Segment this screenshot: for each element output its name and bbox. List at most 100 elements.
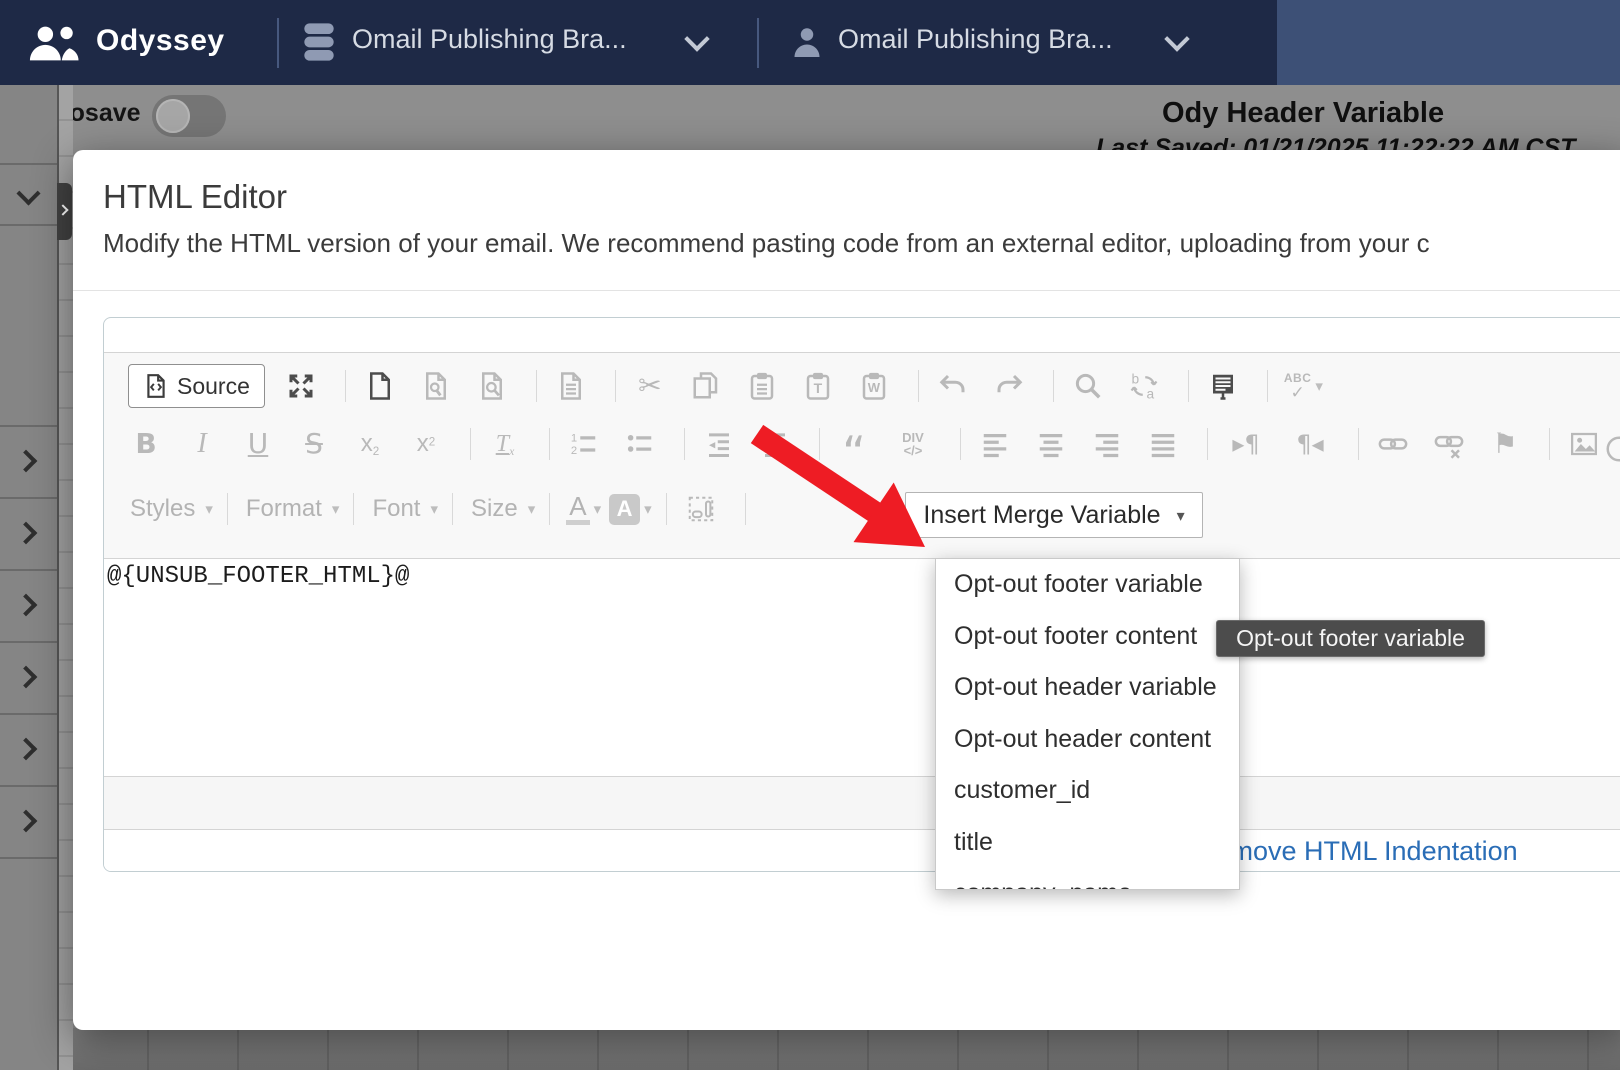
anchor-button[interactable]: ⚑: [1487, 425, 1523, 463]
sidebar-item-chevron-right-icon[interactable]: [15, 738, 38, 761]
rtl-icon: ¶◂: [1296, 430, 1323, 458]
div-container-button[interactable]: DIV</>: [892, 425, 934, 463]
menu-item-opt-out-footer-content[interactable]: Opt-out footer content: [936, 611, 1239, 663]
source-code-text[interactable]: @{UNSUB_FOOTER_HTML}@: [107, 563, 409, 590]
text-direction-ltr-button[interactable]: ▸¶: [1224, 425, 1268, 463]
sidebar-item-chevron-right-icon[interactable]: [15, 522, 38, 545]
undo-button[interactable]: [935, 367, 971, 405]
find-button[interactable]: [1070, 367, 1106, 405]
sidebar-item-chevron-right-icon[interactable]: [15, 810, 38, 833]
paste-button[interactable]: [744, 367, 780, 405]
menu-item-opt-out-footer-variable[interactable]: Opt-out footer variable: [936, 559, 1239, 611]
maximize-button[interactable]: [283, 367, 319, 405]
justify-button[interactable]: [1145, 425, 1181, 463]
text-color-button[interactable]: A ▾: [566, 493, 601, 525]
increase-indent-button[interactable]: [757, 425, 793, 463]
chevron-down-icon[interactable]: [1164, 26, 1189, 51]
font-dropdown[interactable]: Font ▾: [370, 495, 438, 523]
insert-link-button[interactable]: [1375, 425, 1411, 463]
menu-item-company-name[interactable]: company_name: [936, 868, 1239, 890]
modal-title: HTML Editor: [103, 178, 287, 216]
templates-button[interactable]: [418, 367, 454, 405]
remove-format-icon: Tx: [496, 431, 515, 458]
sidebar-expand-tab[interactable]: [57, 183, 72, 240]
menu-item-opt-out-header-variable[interactable]: Opt-out header variable: [936, 662, 1239, 714]
bold-button[interactable]: B: [128, 425, 164, 463]
chevron-down-icon: ▾: [430, 500, 438, 518]
modal-description: Modify the HTML version of your email. W…: [103, 228, 1620, 259]
decrease-indent-button[interactable]: [701, 425, 737, 463]
menu-item-opt-out-header-content[interactable]: Opt-out header content: [936, 714, 1239, 766]
align-center-icon: [1036, 429, 1066, 459]
subscript-button[interactable]: x2: [352, 425, 388, 463]
sidebar-item-chevron-right-icon[interactable]: [15, 666, 38, 689]
align-left-button[interactable]: [977, 425, 1013, 463]
chevron-down-icon: ▾: [1177, 506, 1185, 525]
format-dropdown[interactable]: Format ▾: [244, 495, 340, 523]
italic-button[interactable]: I: [184, 425, 220, 463]
size-dropdown[interactable]: Size ▾: [469, 495, 535, 523]
styles-dropdown[interactable]: Styles ▾: [128, 495, 213, 523]
font-dropdown-label: Font: [372, 495, 420, 523]
remove-format-button[interactable]: Tx: [487, 425, 523, 463]
templates-icon: [421, 371, 451, 401]
numbered-list-button[interactable]: 1 2: [566, 425, 602, 463]
autosave-toggle[interactable]: [152, 95, 226, 137]
background-color-button[interactable]: A ▾: [609, 494, 652, 525]
spellcheck-button[interactable]: ABC ✓ ▾: [1284, 367, 1323, 405]
copy-button[interactable]: [688, 367, 724, 405]
chevron-down-icon[interactable]: [684, 26, 709, 51]
italic-icon: I: [197, 430, 206, 458]
styles-dropdown-label: Styles: [130, 495, 195, 523]
source-editing-area[interactable]: @{UNSUB_FOOTER_HTML}@: [104, 559, 1620, 776]
remove-link-button[interactable]: [1431, 425, 1467, 463]
bulleted-list-button[interactable]: [622, 425, 658, 463]
sidebar-item-chevron-right-icon[interactable]: [15, 450, 38, 473]
show-blocks-button[interactable]: [683, 490, 719, 528]
cut-button[interactable]: ✂: [632, 367, 668, 405]
brand-logo-text[interactable]: Odyssey: [96, 24, 225, 58]
svg-text:1: 1: [571, 433, 577, 445]
div-container-icon: DIV</>: [902, 431, 924, 457]
toolbar-separator: [345, 370, 346, 402]
insert-image-button[interactable]: [1566, 425, 1602, 463]
toolbar-separator: [918, 370, 919, 402]
align-right-button[interactable]: [1089, 425, 1125, 463]
toolbar-row-2: B I U S x2 x2 Tx 1 2: [104, 419, 1620, 469]
insert-merge-variable-button[interactable]: Insert Merge Variable ▾: [905, 492, 1203, 538]
chevron-down-icon: ▾: [1315, 377, 1323, 395]
preview-button[interactable]: [474, 367, 510, 405]
remove-html-indentation-link[interactable]: Remove HTML Indentation: [1196, 836, 1518, 867]
superscript-button[interactable]: x2: [408, 425, 444, 463]
workspace-dropdown-label[interactable]: Omail Publishing Bra...: [352, 24, 627, 55]
underline-button[interactable]: U: [240, 425, 276, 463]
blockquote-button[interactable]: “: [836, 425, 872, 463]
text-direction-rtl-button[interactable]: ¶◂: [1288, 425, 1332, 463]
replace-button[interactable]: b a: [1126, 367, 1162, 405]
paste-from-word-button[interactable]: W: [856, 367, 892, 405]
account-dropdown-label[interactable]: Omail Publishing Bra...: [838, 24, 1113, 55]
chevron-down-icon[interactable]: [16, 181, 40, 205]
merge-variable-menu: Opt-out footer variable Opt-out footer c…: [935, 558, 1240, 890]
editor-link-row: Remove HTML Indentation: [104, 830, 1620, 872]
align-center-button[interactable]: [1033, 425, 1069, 463]
text-color-icon: A: [566, 493, 589, 525]
toolbar-separator: [227, 493, 228, 525]
redo-button[interactable]: [991, 367, 1027, 405]
toolbar-row-3: Styles ▾ Format ▾ Font ▾ Size: [104, 483, 1620, 535]
redo-icon: [994, 371, 1024, 401]
select-all-icon: [1208, 371, 1238, 401]
toolbar-separator: [1053, 370, 1054, 402]
chevron-down-icon: ▾: [594, 500, 602, 518]
strikethrough-button[interactable]: S: [296, 425, 332, 463]
menu-item-customer-id[interactable]: customer_id: [936, 765, 1239, 817]
sidebar-item-chevron-right-icon[interactable]: [15, 594, 38, 617]
source-button[interactable]: Source: [128, 364, 265, 408]
new-page-button[interactable]: [362, 367, 398, 405]
undo-icon: [938, 371, 968, 401]
smiley-button[interactable]: [1601, 431, 1620, 467]
select-all-button[interactable]: [1205, 367, 1241, 405]
menu-item-title[interactable]: title: [936, 817, 1239, 869]
paste-as-text-button[interactable]: T: [800, 367, 836, 405]
print-button[interactable]: [553, 367, 589, 405]
